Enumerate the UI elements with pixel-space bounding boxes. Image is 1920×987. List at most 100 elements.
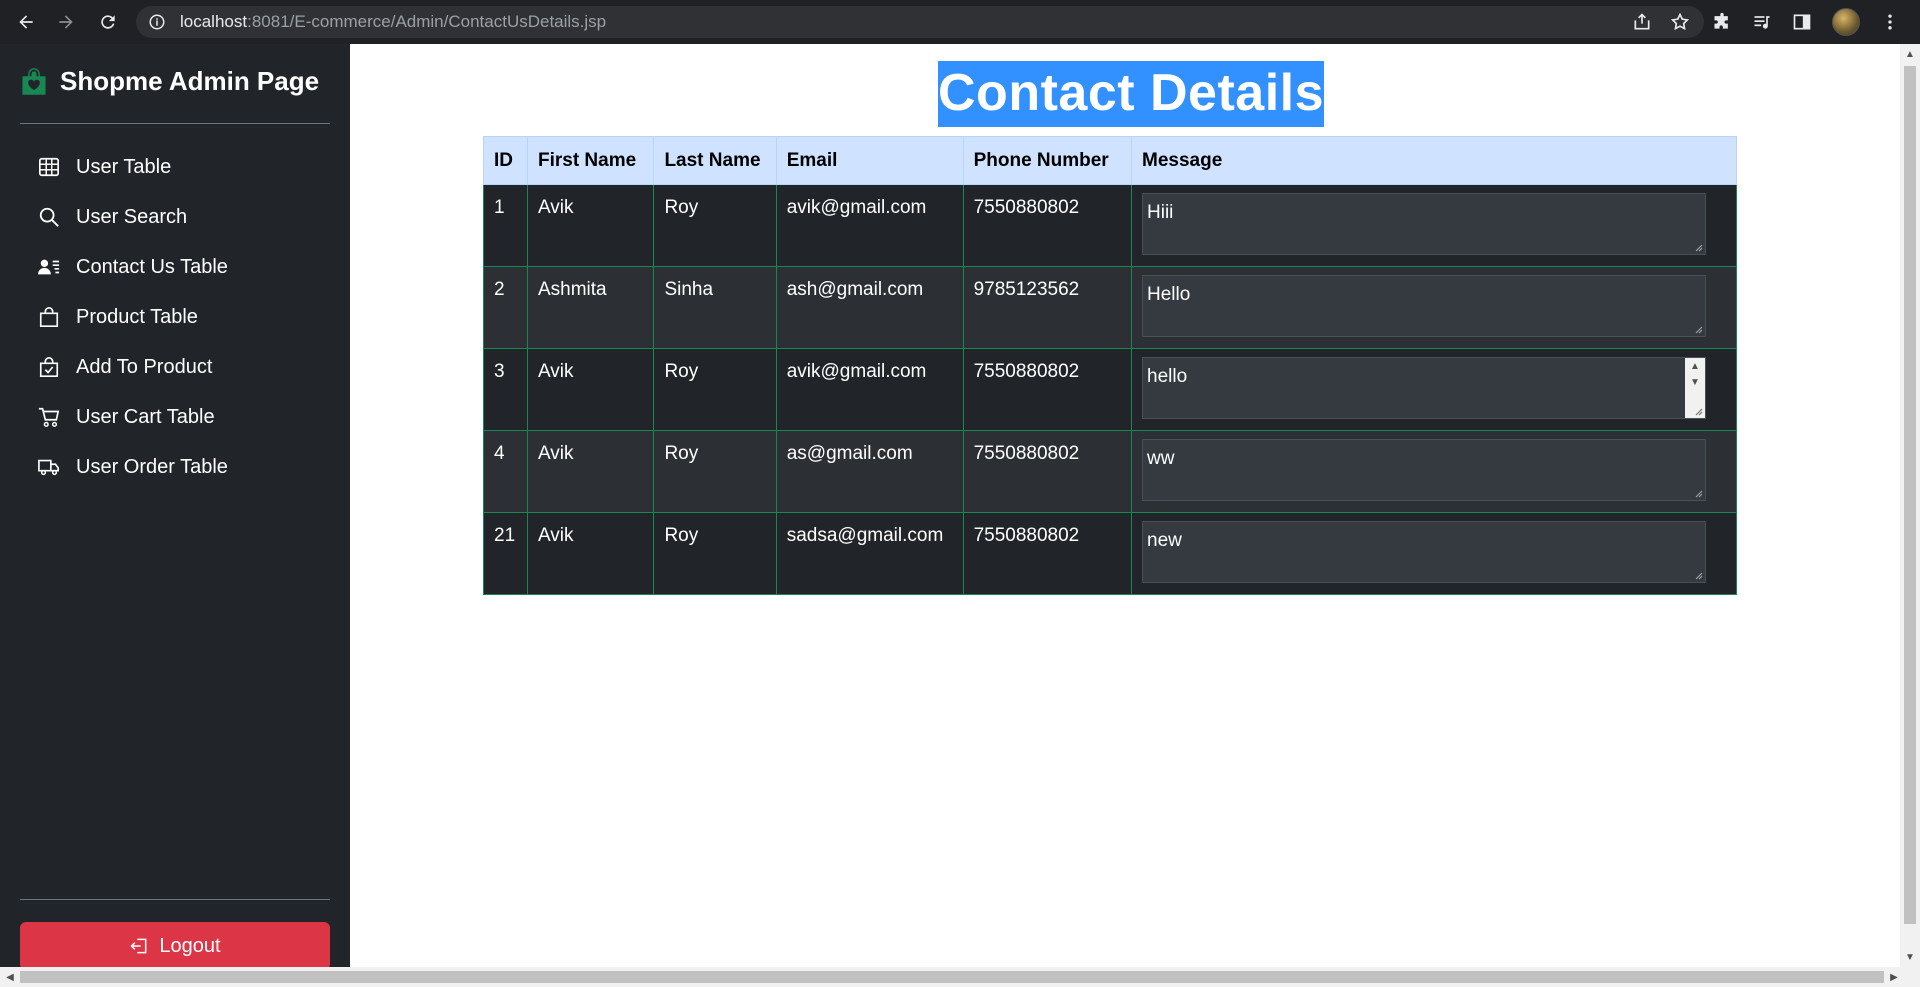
cell-id: 3 (483, 348, 528, 431)
table-row: 4 Avik Roy as@gmail.com 7550880802 ww (483, 430, 1737, 513)
column-header-phone: Phone Number (962, 136, 1133, 185)
sidebar-item-product-table[interactable]: Product Table (20, 292, 330, 342)
brand[interactable]: Shopme Admin Page (20, 66, 319, 97)
message-textarea[interactable]: hello ▲ ▼ (1142, 357, 1706, 419)
sidebar-item-add-to-product[interactable]: Add To Product (20, 342, 330, 392)
column-header-email: Email (775, 136, 964, 185)
resize-handle-icon[interactable] (1693, 570, 1703, 580)
shopping-bag-heart-icon (22, 67, 46, 95)
sidebar-item-label: User Order Table (76, 455, 228, 478)
scroll-down-arrow-icon[interactable]: ▼ (1900, 947, 1920, 967)
cell-first-name: Avik (526, 512, 655, 595)
scroll-right-arrow-icon[interactable]: ▶ (1884, 967, 1904, 987)
contact-table: ID First Name Last Name Email Phone Numb… (483, 136, 1737, 595)
cell-email: as@gmail.com (775, 430, 964, 513)
message-textarea[interactable]: new (1142, 521, 1706, 583)
sidebar-item-user-cart-table[interactable]: User Cart Table (20, 392, 330, 442)
vertical-scroll-thumb[interactable] (1904, 66, 1916, 924)
profile-avatar[interactable] (1832, 8, 1860, 36)
cell-first-name: Avik (526, 430, 655, 513)
cart-icon (38, 407, 60, 427)
info-icon[interactable] (148, 13, 166, 31)
media-queue-icon[interactable] (1752, 12, 1772, 32)
message-text: ww (1147, 448, 1175, 469)
horizontal-scroll-thumb[interactable] (20, 971, 1884, 983)
person-lines-icon (38, 259, 60, 275)
sidebar-item-user-search[interactable]: User Search (20, 192, 330, 242)
page-viewport: Shopme Admin Page User Table User Search… (0, 44, 1900, 967)
horizontal-scrollbar[interactable]: ◀ ▶ (0, 967, 1920, 987)
message-textarea[interactable]: Hiii (1142, 193, 1706, 255)
reload-button[interactable] (94, 8, 122, 36)
cell-first-name: Ashmita (526, 266, 655, 349)
back-button[interactable] (12, 8, 40, 36)
cell-email: sadsa@gmail.com (775, 512, 964, 595)
cell-id: 4 (483, 430, 528, 513)
brand-title: Shopme Admin Page (60, 66, 320, 96)
cell-message: Hello (1131, 266, 1737, 349)
arrow-left-icon (19, 15, 33, 29)
cell-last-name: Roy (653, 512, 777, 595)
cell-phone: 7550880802 (962, 184, 1133, 267)
cell-email: avik@gmail.com (775, 184, 964, 267)
resize-handle-icon[interactable] (1693, 324, 1703, 334)
sidebar-item-contact-us-table[interactable]: Contact Us Table (20, 242, 330, 292)
share-icon[interactable] (1632, 12, 1652, 32)
cell-last-name: Roy (653, 184, 777, 267)
kebab-menu-icon[interactable] (1880, 12, 1900, 32)
cell-first-name: Avik (526, 348, 655, 431)
box-arrow-left-icon (130, 938, 147, 954)
arrow-right-icon (59, 15, 73, 29)
url-host: localhost (180, 12, 248, 31)
cell-id: 2 (483, 266, 528, 349)
truck-icon (38, 459, 59, 476)
cell-message: Hiii (1131, 184, 1737, 267)
cell-message: ww (1131, 430, 1737, 513)
cell-first-name: Avik (526, 184, 655, 267)
cell-phone: 9785123562 (962, 266, 1133, 349)
cell-email: ash@gmail.com (775, 266, 964, 349)
side-panel-icon[interactable] (1792, 12, 1812, 32)
cell-last-name: Roy (653, 430, 777, 513)
cell-message: hello ▲ ▼ (1131, 348, 1737, 431)
resize-handle-icon[interactable] (1693, 242, 1703, 252)
forward-button[interactable] (52, 8, 80, 36)
address-bar[interactable]: localhost:8081/E-commerce/Admin/ContactU… (136, 6, 1704, 38)
star-icon[interactable] (1670, 12, 1690, 32)
sidebar-menu: User Table User Search Contact Us Table … (20, 142, 330, 492)
column-header-id: ID (483, 136, 528, 185)
cell-id: 1 (483, 184, 528, 267)
column-header-last-name: Last Name (653, 136, 777, 185)
sidebar: Shopme Admin Page User Table User Search… (0, 44, 350, 967)
cell-phone: 7550880802 (962, 430, 1133, 513)
message-text: Hello (1147, 284, 1191, 305)
cell-message: new (1131, 512, 1737, 595)
scroll-down-icon[interactable]: ▼ (1685, 374, 1705, 390)
cell-phone: 7550880802 (962, 348, 1133, 431)
sidebar-item-label: Product Table (76, 305, 198, 328)
message-textarea[interactable]: ww (1142, 439, 1706, 501)
message-textarea[interactable]: Hello (1142, 275, 1706, 337)
resize-handle-icon[interactable] (1693, 406, 1703, 416)
scroll-up-icon[interactable]: ▲ (1685, 358, 1705, 374)
sidebar-item-label: Add To Product (76, 355, 213, 378)
scroll-left-arrow-icon[interactable]: ◀ (0, 967, 20, 987)
url-path: :8081/E-commerce/Admin/ContactUsDetails.… (247, 12, 607, 31)
table-header-row: ID First Name Last Name Email Phone Numb… (483, 136, 1737, 185)
cell-phone: 7550880802 (962, 512, 1133, 595)
vertical-scrollbar[interactable]: ▲ ▼ (1900, 44, 1920, 967)
page-title: Contact Details (938, 61, 1325, 127)
logout-label: Logout (159, 934, 221, 957)
scroll-up-arrow-icon[interactable]: ▲ (1900, 44, 1920, 64)
cell-email: avik@gmail.com (775, 348, 964, 431)
extensions-icon[interactable] (1712, 12, 1732, 32)
resize-handle-icon[interactable] (1693, 488, 1703, 498)
message-text: new (1147, 530, 1182, 551)
logout-button[interactable]: Logout (20, 922, 330, 967)
cell-last-name: Roy (653, 348, 777, 431)
sidebar-item-user-table[interactable]: User Table (20, 142, 330, 192)
sidebar-item-label: User Table (76, 155, 172, 178)
table-icon (39, 157, 59, 177)
sidebar-item-user-order-table[interactable]: User Order Table (20, 442, 330, 492)
column-header-first-name: First Name (526, 136, 655, 185)
